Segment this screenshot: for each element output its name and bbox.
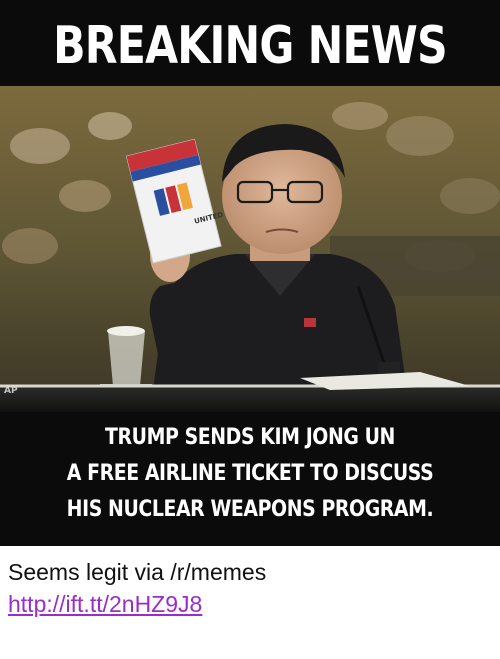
caption-line-2: A FREE AIRLINE TICKET TO DISCUSS — [66, 461, 434, 486]
caption-line-1: TRUMP SENDS KIM JONG UN — [105, 425, 395, 450]
meme-photo: UNITED AP — [0, 86, 500, 412]
post-text: Seems legit via /r/memes — [8, 559, 267, 585]
pin-badge — [304, 318, 316, 327]
meme-image: BREAKING NEWS UNITED AP TRUMP SENDS KIM … — [0, 0, 500, 546]
photo-illustration: UNITED — [0, 86, 500, 412]
meme-caption: TRUMP SENDS KIM JONG UN A FREE AIRLINE T… — [0, 420, 500, 528]
photo-credit-watermark: AP — [4, 386, 18, 396]
desk — [0, 386, 500, 412]
post-link[interactable]: http://ift.tt/2nHZ9J8 — [8, 588, 492, 620]
post-caption: Seems legit via /r/memes http://ift.tt/2… — [8, 556, 492, 620]
meme-headline: BREAKING NEWS — [53, 16, 448, 76]
caption-line-3: HIS NUCLEAR WEAPONS PROGRAM. — [66, 497, 434, 522]
